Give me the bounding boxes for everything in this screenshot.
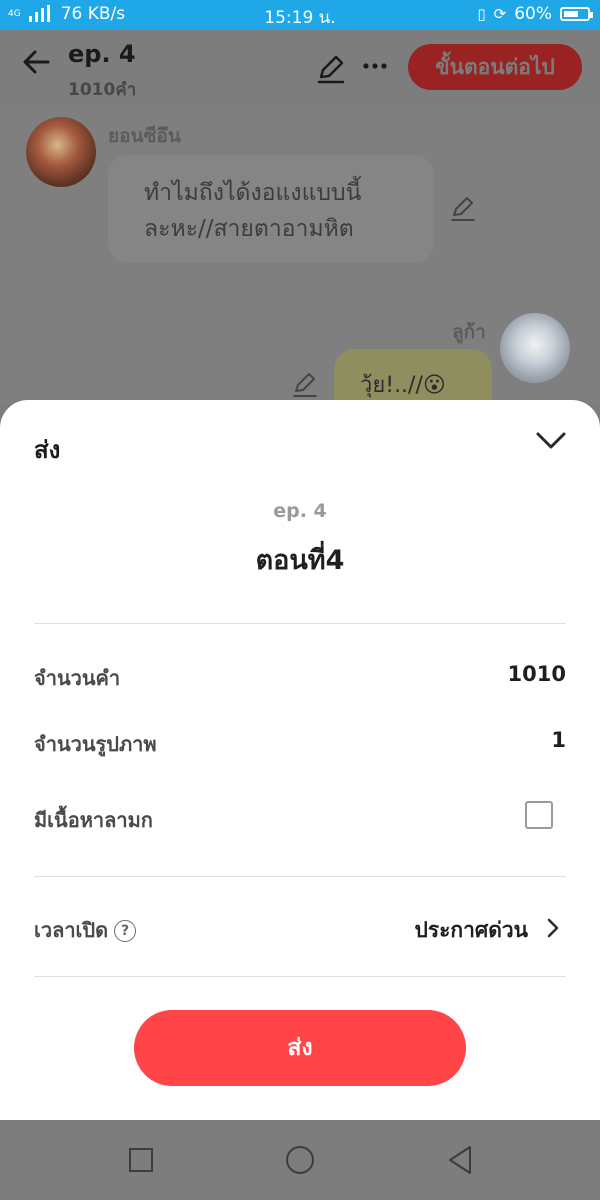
chat-area: ยอนซีอึน ทำไมถึงได้งอแงแบบนี้ ละหะ//สายต…: [0, 105, 600, 405]
mature-content-checkbox[interactable]: [525, 801, 553, 829]
back-nav-icon[interactable]: [442, 1142, 478, 1178]
message-text: วุ้ย!..//😮: [360, 373, 446, 398]
status-bar: 4G 76 KB/s 15:19 น. ▯ ⟳ 60%: [0, 0, 600, 30]
message-text-line: ละหะ//สายตาอามหิต: [144, 216, 354, 242]
edit-message-icon[interactable]: [290, 369, 320, 399]
episode-label: ep. 4: [273, 500, 327, 522]
image-count-label: จำนวนรูปภาพ: [34, 732, 157, 756]
divider: [34, 623, 566, 624]
avatar: [500, 313, 570, 383]
open-time-value[interactable]: ประกาศด่วน: [414, 914, 528, 947]
open-time-row[interactable]: เวลาเปิด?: [34, 914, 137, 946]
message-text-line: ทำไมถึงได้งอแงแบบนี้: [144, 180, 362, 206]
word-count-label: จำนวนคำ: [34, 666, 121, 690]
sender-name: ลูก้า: [452, 321, 486, 343]
next-step-button[interactable]: ขั้นตอนต่อไป: [408, 44, 582, 90]
submit-sheet: ส่ง ep. 4 ตอนที่4 จำนวนคำ 1010 จำนวนรูปภ…: [0, 400, 600, 1120]
battery-icon: [560, 7, 593, 21]
image-count-value: 1: [551, 728, 566, 752]
help-icon[interactable]: ?: [114, 920, 137, 942]
back-arrow-icon[interactable]: [18, 44, 54, 80]
recent-apps-icon[interactable]: [123, 1142, 159, 1178]
message-bubble[interactable]: ทำไมถึงได้งอแงแบบนี้ ละหะ//สายตาอามหิต: [108, 155, 434, 263]
sender-name: ยอนซีอึน: [108, 125, 181, 147]
rotation-lock-icon: ⟳: [493, 5, 507, 23]
episode-title: ep. 4: [68, 40, 136, 68]
avatar: [26, 117, 96, 187]
edit-message-icon[interactable]: [448, 193, 478, 223]
message-bubble[interactable]: วุ้ย!..//😮: [334, 349, 492, 405]
send-button[interactable]: ส่ง: [134, 1010, 466, 1086]
vibrate-icon: ▯: [477, 5, 486, 23]
sheet-title: ส่ง: [34, 436, 61, 464]
battery-percent: 60%: [514, 4, 552, 24]
episode-name: ตอนที่4: [255, 545, 345, 576]
divider: [34, 976, 566, 977]
home-icon[interactable]: [282, 1142, 318, 1178]
word-count-subtitle: 1010คำ: [68, 80, 137, 100]
chevron-down-icon[interactable]: [534, 428, 568, 452]
more-options-icon[interactable]: [362, 60, 388, 72]
chevron-right-icon[interactable]: [544, 916, 562, 940]
system-nav-bar: [0, 1120, 600, 1200]
mature-content-label: มีเนื้อหาลามก: [34, 808, 153, 832]
open-time-label: เวลาเปิด: [34, 918, 109, 942]
app-bar: ep. 4 1010คำ ขั้นตอนต่อไป: [0, 30, 600, 105]
edit-pencil-icon[interactable]: [314, 52, 348, 86]
divider: [34, 876, 566, 877]
word-count-value: 1010: [507, 662, 566, 686]
